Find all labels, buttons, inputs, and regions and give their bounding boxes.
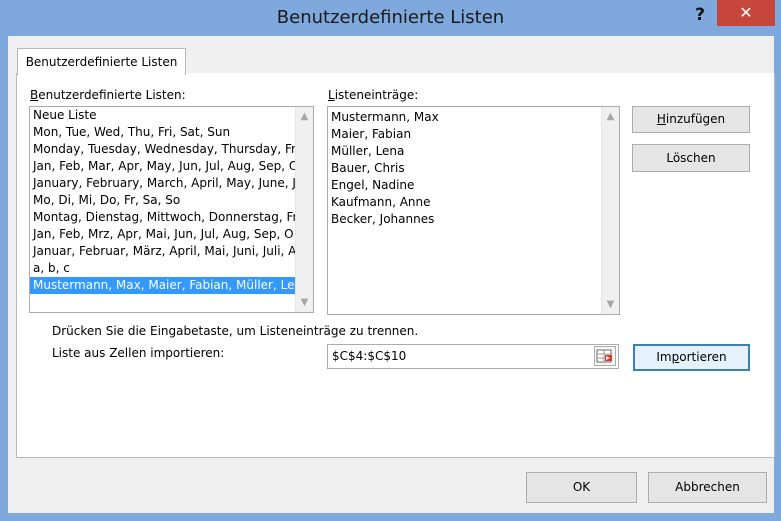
custom-list-item[interactable]: Montag, Dienstag, Mittwoch, Donnerstag, …	[30, 209, 295, 226]
list-entries-scrollbar[interactable]: ▲ ▼	[601, 107, 619, 314]
custom-lists-scrollbar[interactable]: ▲ ▼	[295, 107, 313, 312]
ok-button[interactable]: OK	[526, 472, 637, 503]
import-button-pre: Im	[656, 350, 672, 364]
list-entry-line: Mustermann, Max	[331, 110, 439, 124]
import-button[interactable]: Importieren	[633, 344, 750, 371]
custom-list-item[interactable]: January, February, March, April, May, Ju…	[30, 175, 295, 192]
add-button-rest: inzufügen	[665, 112, 726, 126]
custom-list-item[interactable]: Monday, Tuesday, Wednesday, Thursday, Fr	[30, 141, 295, 158]
custom-list-item[interactable]: Mustermann, Max, Maier, Fabian, Müller, …	[30, 277, 295, 294]
import-label: Liste aus Zellen importieren:	[52, 346, 225, 360]
custom-list-item[interactable]: Jan, Feb, Mar, Apr, May, Jun, Jul, Aug, …	[30, 158, 295, 175]
import-button-rest: ortieren	[679, 350, 727, 364]
scroll-up-arrow-icon[interactable]: ▲	[296, 108, 313, 125]
list-entries-label-rest: isteneinträge:	[334, 88, 419, 102]
list-entries-items: Mustermann, Max Maier, Fabian Müller, Lena…	[328, 107, 619, 228]
list-entry-line: Bauer, Chris	[331, 161, 405, 175]
scroll-down-arrow-icon[interactable]: ▼	[296, 294, 313, 311]
list-entries-label-accel: L	[328, 88, 335, 102]
custom-list-item[interactable]: Neue Liste	[30, 107, 295, 124]
title-bar: Benutzerdefinierte Listen ? ✕	[0, 0, 781, 36]
close-button[interactable]: ✕	[717, 0, 775, 26]
delete-button[interactable]: Löschen	[632, 144, 750, 172]
range-selector-glyph	[596, 349, 612, 363]
custom-list-item[interactable]: Januar, Februar, März, April, Mai, Juni,…	[30, 243, 295, 260]
list-entry-line: Maier, Fabian	[331, 127, 412, 141]
add-button-accel: H	[656, 112, 666, 126]
window-title: Benutzerdefinierte Listen	[276, 7, 505, 28]
custom-lists-listbox[interactable]: Neue Liste Mon, Tue, Wed, Thu, Fri, Sat, …	[29, 106, 314, 313]
list-entry-line: Müller, Lena	[331, 144, 405, 158]
custom-list-item[interactable]: a, b, c	[30, 260, 295, 277]
scroll-up-arrow-icon[interactable]: ▲	[602, 108, 619, 125]
list-entry-line: Engel, Nadine	[331, 178, 415, 192]
custom-lists-label-rest: enutzerdefinierte Listen:	[38, 88, 186, 102]
dialog-window: Benutzerdefinierte Listen ? ✕ Benutzerde…	[0, 0, 781, 521]
list-entry-line: Kaufmann, Anne	[331, 195, 431, 209]
import-range-value: $C$4:$C$10	[332, 349, 407, 363]
hint-text: Drücken Sie die Eingabetaste, um Listene…	[52, 324, 419, 338]
scroll-down-arrow-icon[interactable]: ▼	[602, 296, 619, 313]
dialog-client-area: Benutzerdefinierte Listen Benutzerdefini…	[8, 36, 775, 513]
help-button[interactable]: ?	[685, 2, 715, 28]
tab-custom-lists[interactable]: Benutzerdefinierte Listen	[17, 48, 186, 75]
list-entries-label: Listeneinträge:	[328, 88, 418, 102]
range-selector-icon[interactable]	[594, 346, 616, 366]
custom-list-item[interactable]: Mon, Tue, Wed, Thu, Fri, Sat, Sun	[30, 124, 295, 141]
custom-lists-items: Neue Liste Mon, Tue, Wed, Thu, Fri, Sat, …	[30, 107, 313, 294]
custom-list-item[interactable]: Mo, Di, Mi, Do, Fr, Sa, So	[30, 192, 295, 209]
custom-list-item[interactable]: Jan, Feb, Mrz, Apr, Mai, Jun, Jul, Aug, …	[30, 226, 295, 243]
list-entry-line: Becker, Johannes	[331, 212, 435, 226]
custom-lists-label: Benutzerdefinierte Listen:	[30, 88, 186, 102]
list-entries-textarea[interactable]: Mustermann, Max Maier, Fabian Müller, Lena…	[327, 106, 620, 315]
add-button[interactable]: Hinzufügen	[632, 106, 750, 133]
cancel-button[interactable]: Abbrechen	[648, 472, 767, 503]
custom-lists-label-accel: B	[30, 88, 39, 102]
import-range-input[interactable]: $C$4:$C$10	[327, 344, 619, 369]
